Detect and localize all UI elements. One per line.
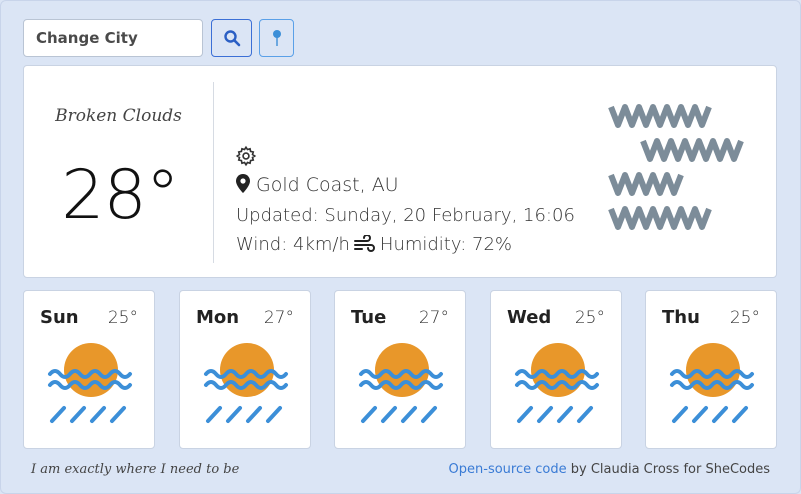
weather-description: Broken Clouds — [55, 106, 182, 126]
forecast-temp: 27° — [418, 308, 449, 328]
updated-time: Updated: Sunday, 20 February, 16:06 — [236, 205, 575, 226]
footer-motto: I am exactly where I need to be — [31, 462, 240, 477]
wind-speed: Wind: 4km/h — [236, 234, 350, 255]
city-line: Gold Coast, AU — [236, 174, 399, 196]
wind-humidity-line: Wind: 4km/h Humidity: 72% — [236, 234, 512, 255]
gear-icon[interactable] — [235, 145, 257, 167]
divider — [213, 82, 214, 263]
forecast-temp: 25° — [574, 308, 605, 328]
credit-text: by Claudia Cross for SheCodes — [566, 462, 770, 477]
footer-credit: Open-source code by Claudia Cross for Sh… — [449, 462, 770, 477]
search-icon — [223, 30, 240, 47]
forecast-day-card: Wed 25° — [490, 290, 622, 449]
current-weather-card: Broken Clouds 28° Gold Coast, AU Updated… — [23, 65, 777, 278]
sunset-haze-icon — [48, 343, 132, 423]
current-location-button[interactable] — [259, 19, 294, 57]
sunset-haze-icon — [670, 343, 754, 423]
forecast-day-card: Mon 27° — [179, 290, 311, 449]
search-button[interactable] — [211, 19, 252, 57]
forecast-day: Tue — [351, 307, 387, 328]
sunset-haze-icon — [359, 343, 443, 423]
current-temperature: 28° — [61, 156, 180, 235]
forecast-temp: 25° — [107, 308, 138, 328]
forecast-day: Sun — [40, 307, 79, 328]
open-source-link[interactable]: Open-source code — [449, 462, 567, 477]
location-marker-icon — [236, 174, 250, 193]
forecast-day: Thu — [662, 307, 700, 328]
wind-icon — [353, 235, 375, 252]
map-pin-icon — [272, 30, 281, 46]
broken-clouds-icon — [608, 104, 744, 230]
city-name: Gold Coast, AU — [256, 174, 399, 196]
forecast-temp: 25° — [729, 308, 760, 328]
sunset-haze-icon — [204, 343, 288, 423]
forecast-day: Mon — [196, 307, 240, 328]
forecast-day: Wed — [507, 307, 552, 328]
forecast-day-card: Thu 25° — [645, 290, 777, 449]
forecast-day-card: Tue 27° — [334, 290, 466, 449]
forecast-day-card: Sun 25° — [23, 290, 155, 449]
humidity: Humidity: 72% — [379, 234, 513, 255]
sunset-haze-icon — [515, 343, 599, 423]
city-search-input[interactable] — [23, 19, 203, 57]
forecast-temp: 27° — [263, 308, 294, 328]
